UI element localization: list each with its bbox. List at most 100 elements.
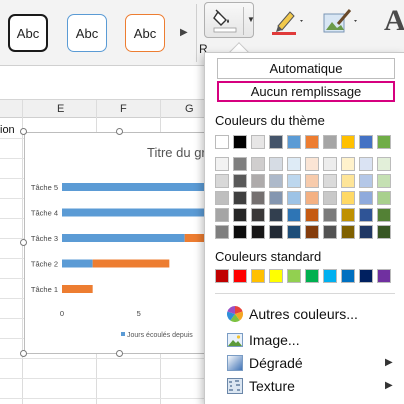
theme-color-swatch[interactable] [251, 135, 265, 149]
resize-handle[interactable] [20, 239, 27, 246]
theme-shade-swatch[interactable] [305, 225, 319, 239]
theme-shade-swatch[interactable] [251, 157, 265, 171]
theme-shade-swatch[interactable] [359, 208, 373, 222]
automatic-option[interactable]: Automatique [217, 58, 395, 79]
theme-shade-swatch[interactable] [215, 157, 229, 171]
shape-fill-button[interactable]: ▼ [204, 2, 255, 38]
theme-shade-swatch[interactable] [377, 225, 391, 239]
theme-shade-swatch[interactable] [251, 225, 265, 239]
theme-shade-swatch[interactable] [359, 174, 373, 188]
theme-shade-swatch[interactable] [215, 225, 229, 239]
x-tick-label: 0 [60, 309, 64, 318]
theme-shade-swatch[interactable] [359, 157, 373, 171]
theme-shade-swatch[interactable] [305, 208, 319, 222]
chevron-down-icon[interactable]: ▼ [247, 15, 255, 24]
standard-color-swatch[interactable] [323, 269, 337, 283]
theme-color-swatch[interactable] [215, 135, 229, 149]
theme-shade-swatch[interactable] [359, 225, 373, 239]
theme-shade-swatch[interactable] [359, 191, 373, 205]
theme-color-swatch[interactable] [287, 135, 301, 149]
paint-bucket-icon [213, 9, 237, 33]
theme-shade-swatch[interactable] [323, 208, 337, 222]
shape-outline-icon[interactable] [270, 6, 306, 36]
theme-shade-swatch[interactable] [377, 208, 391, 222]
standard-color-swatch[interactable] [233, 269, 247, 283]
shape-style-blue-button[interactable]: Abc [67, 14, 107, 52]
theme-shade-swatch[interactable] [341, 191, 355, 205]
theme-color-swatch[interactable] [359, 135, 373, 149]
theme-shade-swatch[interactable] [287, 174, 301, 188]
theme-shade-swatch[interactable] [287, 157, 301, 171]
theme-shade-swatch[interactable] [323, 174, 337, 188]
standard-color-swatch[interactable] [215, 269, 229, 283]
theme-shade-swatch[interactable] [269, 191, 283, 205]
gradient-item[interactable]: Dégradé ▶ [205, 352, 404, 374]
column-header-f[interactable]: F [120, 103, 127, 115]
more-styles-arrow-icon[interactable]: ▶ [180, 27, 188, 38]
theme-shade-swatch[interactable] [305, 191, 319, 205]
theme-shade-swatch[interactable] [323, 157, 337, 171]
shape-style-black-button[interactable]: Abc [8, 14, 48, 52]
theme-shade-swatch[interactable] [341, 174, 355, 188]
theme-shade-swatch[interactable] [251, 208, 265, 222]
theme-shade-swatch[interactable] [341, 208, 355, 222]
standard-color-swatch[interactable] [359, 269, 373, 283]
theme-shade-swatch[interactable] [251, 191, 265, 205]
theme-colors-heading: Couleurs du thème [215, 113, 325, 128]
theme-shade-swatch[interactable] [233, 157, 247, 171]
column-header-g[interactable]: G [185, 103, 194, 115]
theme-shade-swatch[interactable] [287, 191, 301, 205]
resize-handle[interactable] [116, 128, 123, 135]
theme-shade-swatch[interactable] [269, 225, 283, 239]
texture-item[interactable]: Texture ▶ [205, 375, 404, 397]
theme-shade-swatch[interactable] [215, 208, 229, 222]
theme-shade-swatch[interactable] [233, 208, 247, 222]
theme-shade-swatch[interactable] [323, 191, 337, 205]
theme-shade-swatch[interactable] [215, 174, 229, 188]
resize-handle[interactable] [20, 350, 27, 357]
theme-shade-swatch[interactable] [269, 208, 283, 222]
standard-color-swatch[interactable] [269, 269, 283, 283]
theme-shade-swatch[interactable] [341, 157, 355, 171]
theme-shade-swatch[interactable] [233, 225, 247, 239]
theme-shade-swatch[interactable] [341, 225, 355, 239]
bar-series-a [62, 208, 217, 217]
theme-shade-swatch[interactable] [377, 157, 391, 171]
gantt-chart[interactable]: Titre du gr Tâche 1 Tâche 2 Tâche 3 Tâche 4… [24, 132, 217, 354]
theme-shade-swatch[interactable] [287, 208, 301, 222]
no-fill-option[interactable]: Aucun remplissage [217, 81, 395, 102]
theme-shade-swatch[interactable] [215, 191, 229, 205]
shape-effects-icon[interactable] [320, 6, 360, 36]
theme-shade-swatch[interactable] [377, 191, 391, 205]
resize-handle[interactable] [116, 350, 123, 357]
theme-color-swatch[interactable] [323, 135, 337, 149]
category-label: Tâche 3 [31, 234, 58, 243]
theme-shade-swatch[interactable] [251, 174, 265, 188]
theme-shade-swatch[interactable] [305, 174, 319, 188]
text-style-letter[interactable]: A [384, 4, 404, 38]
standard-color-swatch[interactable] [305, 269, 319, 283]
column-header-e[interactable]: E [57, 103, 64, 115]
standard-color-swatch[interactable] [377, 269, 391, 283]
theme-color-swatch[interactable] [305, 135, 319, 149]
theme-shade-swatch[interactable] [377, 174, 391, 188]
standard-color-swatch[interactable] [341, 269, 355, 283]
resize-handle[interactable] [20, 128, 27, 135]
standard-color-swatch[interactable] [251, 269, 265, 283]
theme-shade-swatch[interactable] [287, 225, 301, 239]
standard-color-swatch[interactable] [287, 269, 301, 283]
theme-shade-swatch[interactable] [233, 174, 247, 188]
cell-text[interactable]: ion [0, 124, 15, 136]
theme-color-swatch[interactable] [341, 135, 355, 149]
theme-color-swatch[interactable] [269, 135, 283, 149]
theme-shade-swatch[interactable] [269, 157, 283, 171]
shape-style-orange-button[interactable]: Abc [125, 14, 165, 52]
more-colors-item[interactable]: Autres couleurs... [205, 303, 404, 325]
picture-item[interactable]: Image... [205, 329, 404, 351]
theme-shade-swatch[interactable] [233, 191, 247, 205]
theme-shade-swatch[interactable] [269, 174, 283, 188]
theme-shade-swatch[interactable] [305, 157, 319, 171]
theme-color-swatch[interactable] [377, 135, 391, 149]
theme-color-swatch[interactable] [233, 135, 247, 149]
theme-shade-swatch[interactable] [323, 225, 337, 239]
